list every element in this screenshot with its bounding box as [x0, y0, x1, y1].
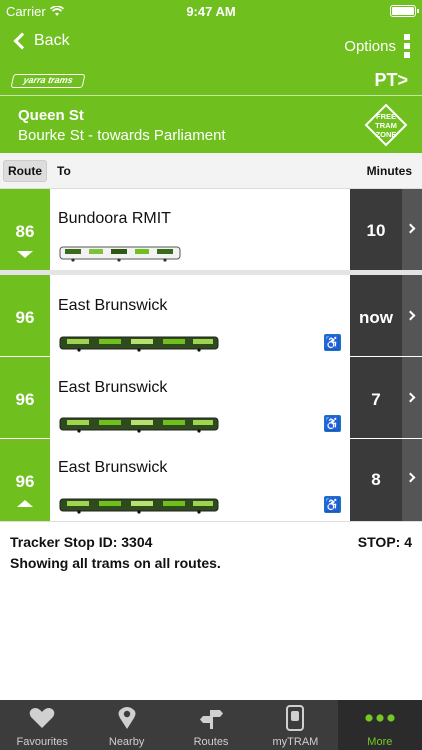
- routes-signpost-icon: [200, 710, 224, 729]
- status-time: 9:47 AM: [186, 4, 236, 19]
- minutes-value: 10: [366, 221, 386, 240]
- minutes-value: now: [359, 308, 393, 327]
- route-cell: 86: [0, 189, 50, 270]
- yarra-trams-logo: yarra trams: [10, 74, 86, 88]
- arrow-up-icon: [17, 500, 33, 507]
- minutes-value: 7: [371, 390, 381, 409]
- route-number: 96: [15, 472, 35, 491]
- stop-name: Queen St: [18, 107, 84, 124]
- to-column-label: To: [57, 164, 71, 178]
- location-pin-icon: [118, 707, 136, 729]
- zone-line-1: FREE: [376, 112, 396, 121]
- destination: East Brunswick: [58, 379, 168, 396]
- tram-image: [59, 336, 219, 352]
- navbar: Back Options: [0, 22, 422, 66]
- chevron-left-icon: [13, 32, 31, 50]
- tab-mytram[interactable]: myTRAM: [253, 700, 337, 750]
- tab-label: Nearby: [108, 736, 145, 748]
- options-button[interactable]: Options: [344, 34, 410, 58]
- tracker-stop-id: Tracker Stop ID: 3304: [10, 534, 153, 550]
- destination: East Brunswick: [58, 297, 168, 314]
- destination: East Brunswick: [58, 459, 168, 476]
- tab-label: myTRAM: [272, 736, 319, 748]
- minutes-cell: 7: [350, 357, 402, 438]
- row-disclosure[interactable]: [402, 439, 422, 521]
- route-number: 96: [15, 390, 35, 409]
- column-header: Route To Minutes: [0, 153, 422, 189]
- stop-details: Tracker Stop ID: 3304 STOP: 4 Showing al…: [0, 521, 422, 581]
- minutes-cell: 10: [350, 189, 402, 270]
- tab-nearby[interactable]: Nearby: [84, 700, 168, 750]
- header: Carrier 9:47 AM Back Options yarra trams…: [0, 0, 422, 153]
- battery-icon: [390, 5, 419, 17]
- row-disclosure[interactable]: [402, 189, 422, 270]
- options-label: Options: [344, 37, 396, 55]
- zone-line-3: ZONE: [376, 130, 397, 139]
- mytram-phone-icon: [286, 705, 305, 731]
- free-tram-zone-icon: FREE TRAM ZONE: [364, 103, 408, 147]
- back-label: Back: [34, 32, 70, 49]
- filter-status: Showing all trams on all routes.: [10, 555, 221, 571]
- route-cell: 96: [0, 357, 50, 438]
- tram-image: [59, 498, 219, 514]
- row-disclosure[interactable]: [402, 357, 422, 438]
- tram-row[interactable]: 96 East Brunswick ♿ 7: [0, 357, 422, 438]
- minutes-value: 8: [371, 470, 381, 489]
- tram-image: [59, 246, 181, 262]
- back-button[interactable]: Back: [13, 32, 70, 50]
- yarra-logo-text: yarra trams: [22, 75, 74, 85]
- tab-label: More: [367, 736, 393, 748]
- wheelchair-accessible-icon: ♿: [324, 334, 341, 351]
- wheelchair-accessible-icon: ♿: [324, 415, 341, 432]
- minutes-cell: now: [350, 275, 402, 356]
- chevron-right-icon: [405, 223, 416, 234]
- destination: Bundoora RMIT: [58, 210, 171, 227]
- stop-number: STOP: 4: [357, 534, 412, 550]
- minutes-column-label: Minutes: [366, 164, 412, 178]
- tram-image: [59, 417, 219, 433]
- route-cell: 96: [0, 439, 50, 521]
- tab-more[interactable]: More: [337, 700, 422, 750]
- tab-routes[interactable]: Routes: [169, 700, 253, 750]
- chevron-right-icon: [405, 310, 416, 321]
- wheelchair-accessible-icon: ♿: [324, 496, 341, 513]
- minutes-cell: 8: [350, 439, 402, 521]
- tab-label: Favourites: [16, 736, 68, 748]
- options-dots-icon: [404, 34, 410, 58]
- route-number: 86: [15, 222, 35, 241]
- stop-direction: Bourke St - towards Parliament: [18, 127, 226, 144]
- tram-row[interactable]: 96 East Brunswick ♿ 8: [0, 439, 422, 521]
- route-sort-button[interactable]: Route: [3, 160, 47, 182]
- brand-bar: yarra trams PT>: [0, 66, 422, 96]
- stop-info: Queen St Bourke St - towards Parliament …: [0, 97, 422, 153]
- arrow-down-icon: [17, 251, 33, 258]
- heart-icon: [29, 708, 55, 728]
- row-disclosure[interactable]: [402, 275, 422, 356]
- pt-logo: PT>: [374, 70, 408, 90]
- tab-bar: Favourites Nearby Routes myTRAM More: [0, 700, 422, 750]
- tram-row[interactable]: 86 Bundoora RMIT 10: [0, 189, 422, 270]
- tram-row[interactable]: 96 East Brunswick ♿ now: [0, 275, 422, 356]
- chevron-right-icon: [405, 472, 416, 483]
- route-cell: 96: [0, 275, 50, 356]
- tab-label: Routes: [193, 736, 229, 748]
- status-bar: Carrier 9:47 AM: [0, 0, 422, 22]
- zone-line-2: TRAM: [375, 121, 397, 130]
- route-number: 96: [15, 308, 35, 327]
- chevron-right-icon: [405, 392, 416, 403]
- more-dots-icon: [365, 714, 395, 722]
- tab-favourites[interactable]: Favourites: [0, 700, 84, 750]
